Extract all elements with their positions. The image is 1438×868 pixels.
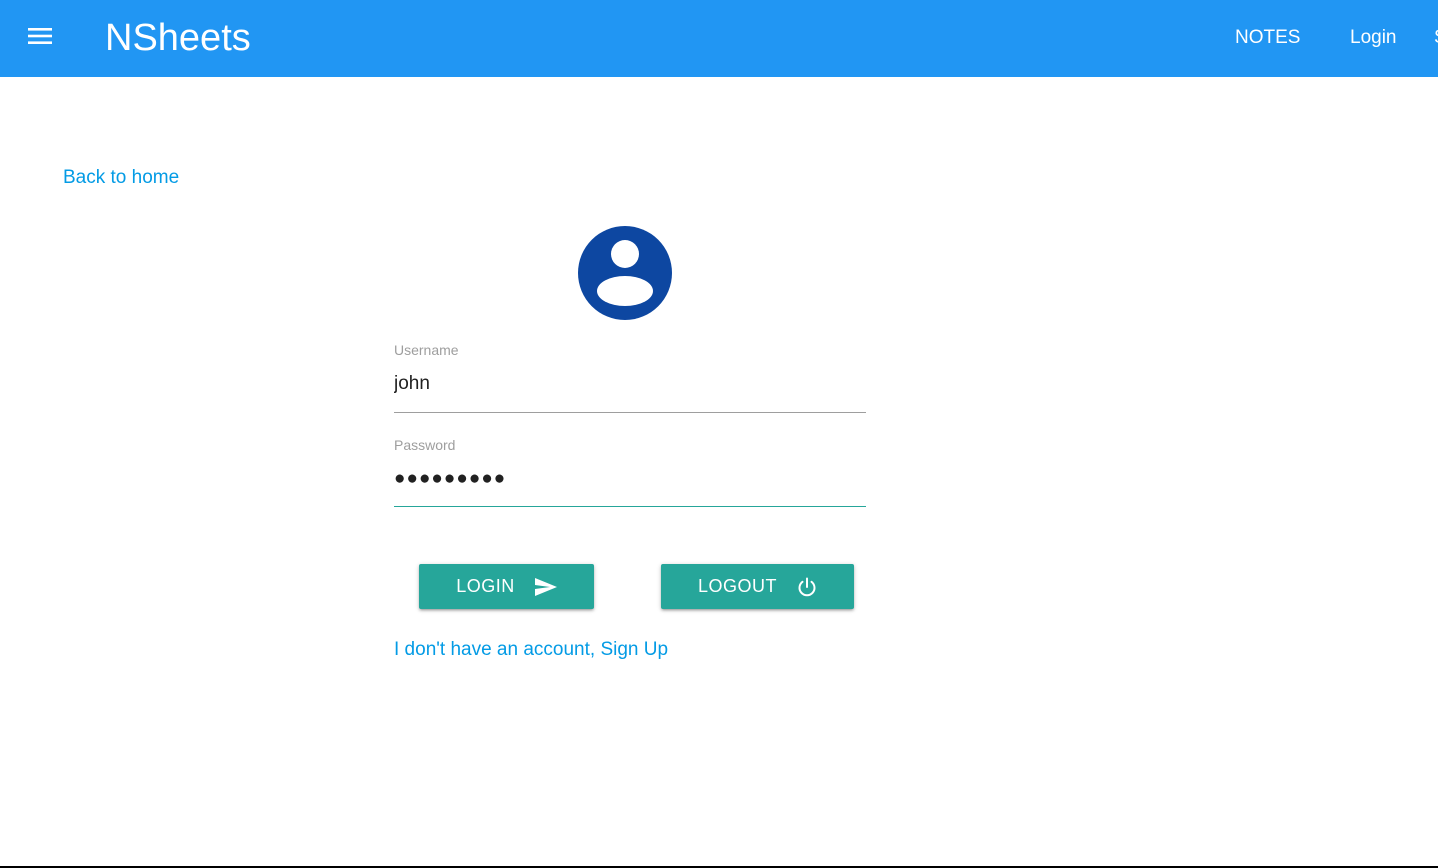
password-input[interactable] xyxy=(394,464,866,494)
password-label: Password xyxy=(394,437,456,453)
nav-link-login[interactable]: Login xyxy=(1350,26,1397,50)
logout-button-label: LOGOUT xyxy=(697,576,777,596)
brand-logo[interactable]: NSheets xyxy=(105,14,251,62)
login-button[interactable]: LOGIN xyxy=(419,564,594,609)
top-navbar: NSheets NOTES Login S xyxy=(0,0,1438,77)
nav-link-signup-label[interactable]: S xyxy=(1434,27,1438,48)
account-circle-icon xyxy=(578,226,672,320)
app-root: NSheets NOTES Login S Back to home Usern… xyxy=(0,0,1438,868)
menu-button[interactable] xyxy=(26,24,54,52)
hamburger-menu-icon[interactable] xyxy=(27,26,53,51)
send-icon xyxy=(534,577,557,596)
nav-link-notes[interactable]: NOTES xyxy=(1235,26,1300,50)
logout-button[interactable]: LOGOUT xyxy=(661,564,854,609)
username-label: Username xyxy=(394,342,459,358)
login-button-label: LOGIN xyxy=(456,576,515,596)
back-to-home-link[interactable]: Back to home xyxy=(63,166,179,190)
username-input[interactable] xyxy=(394,369,866,399)
power-icon xyxy=(797,577,817,597)
username-underline xyxy=(394,412,866,413)
signup-link[interactable]: I don't have an account, Sign Up xyxy=(394,638,668,662)
password-underline xyxy=(394,506,866,507)
nav-link-signup-clipped[interactable]: S xyxy=(1434,26,1438,50)
